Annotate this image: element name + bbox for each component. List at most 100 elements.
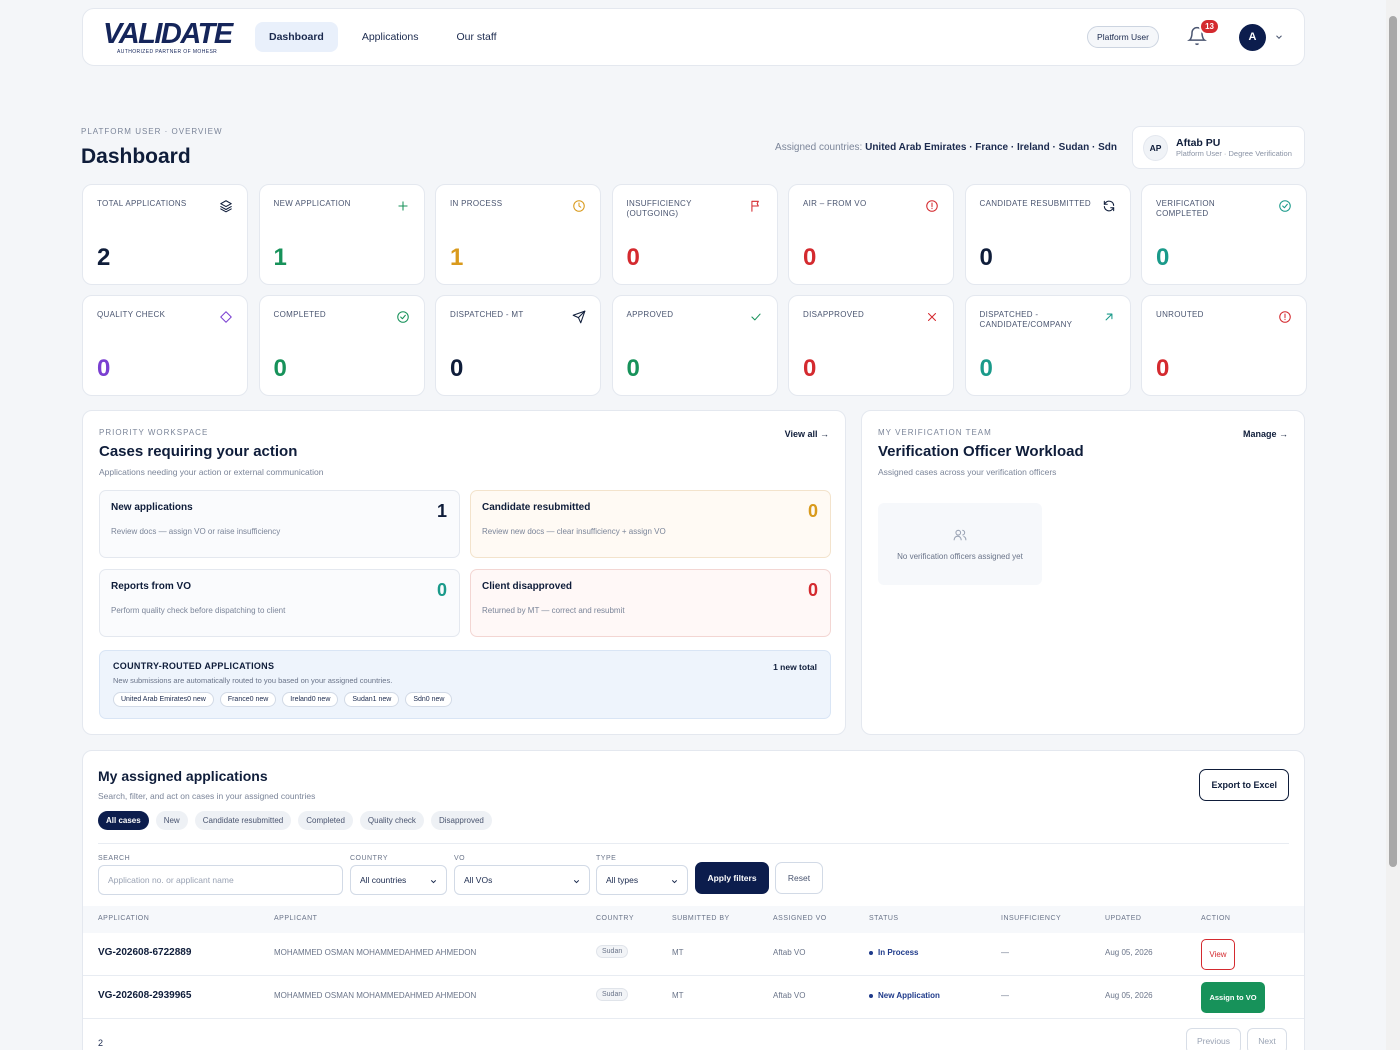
priority-workspace-panel: PRIORITY WORKSPACE Cases requiring your …	[82, 410, 846, 735]
user-card-avatar: AP	[1143, 134, 1168, 161]
stat-value: 0	[803, 355, 817, 382]
manage-link[interactable]: Manage →	[1243, 429, 1288, 439]
stat-label: CANDIDATE RESUBMITTED	[979, 199, 1091, 208]
assigned-countries: Assigned countries: United Arab Emirates…	[775, 142, 1117, 153]
stat-card[interactable]: UNROUTED 0	[1141, 295, 1307, 396]
table-header: APPLICATION APPLICANT COUNTRY SUBMITTED BY A…	[83, 906, 1304, 933]
stat-label: IN PROCESS	[450, 199, 503, 208]
chevron-down-icon[interactable]	[1274, 32, 1284, 42]
previous-page-button[interactable]: Previous	[1186, 1028, 1241, 1050]
stat-card[interactable]: DISPATCHED - CANDIDATE/COMPANY 0	[964, 295, 1131, 396]
table-row[interactable]: VG-202608-6722889 MOHAMMED OSMAN MOHAMMED…	[83, 933, 1304, 976]
priority-card-subtitle: Review docs — assign VO or raise insuffi…	[111, 527, 281, 536]
country-chip: Sudan1 new	[344, 692, 400, 707]
chevron-down-icon	[430, 880, 437, 884]
filter-tab[interactable]: All cases	[98, 811, 149, 830]
priority-card-title: Candidate resubmitted	[482, 502, 591, 513]
validate-logo[interactable]: VALIDATE AUTHORIZED PARTNER OF MOHESR	[103, 12, 233, 62]
empty-officers-state: No verification officers assigned yet	[878, 503, 1042, 585]
user-card-name: Aftab PU	[1176, 137, 1221, 149]
stat-card[interactable]: NEW APPLICATION 1	[258, 184, 425, 285]
stat-value: 0	[979, 244, 993, 271]
priority-card-count: 1	[436, 501, 447, 521]
nav-dashboard[interactable]: Dashboard	[255, 22, 338, 52]
user-avatar[interactable]: A	[1239, 23, 1266, 51]
filter-tab[interactable]: Candidate resubmitted	[194, 811, 292, 830]
stat-label: NEW APPLICATION	[273, 199, 351, 208]
divider	[98, 843, 1289, 844]
country-select-value: All countries	[360, 875, 407, 885]
empty-officers-text: No verification officers assigned yet	[897, 551, 1023, 561]
filter-tab[interactable]: Completed	[298, 811, 353, 830]
column-header: ASSIGNED VO	[773, 915, 827, 922]
stat-card[interactable]: COMPLETED 0	[258, 295, 425, 396]
cell-status: In Process	[869, 948, 918, 957]
stat-card[interactable]: APPROVED 0	[611, 295, 778, 396]
priority-card-subtitle: Perform quality check before dispatching…	[111, 606, 286, 615]
cell-status: New Application	[869, 991, 940, 1000]
logo-wordmark: VALIDATE	[103, 18, 233, 50]
stat-card[interactable]: CANDIDATE RESUBMITTED 0	[964, 184, 1131, 285]
priority-card[interactable]: Reports from VO Perform quality check bef…	[99, 569, 460, 637]
type-select[interactable]: All types	[596, 865, 688, 895]
result-count: 2	[98, 1038, 104, 1048]
nav-our-staff[interactable]: Our staff	[442, 22, 510, 52]
stat-card[interactable]: INSUFFICIENCY (OUTGOING) 0	[611, 184, 778, 285]
stat-card[interactable]: TOTAL APPLICATIONS 2	[82, 184, 248, 285]
stat-label: INSUFFICIENCY (OUTGOING)	[626, 199, 692, 218]
column-header: INSUFFICIENCY	[1001, 915, 1062, 922]
filter-tab[interactable]: Disapproved	[430, 811, 492, 830]
notifications-button[interactable]: 13	[1187, 18, 1220, 48]
reset-button[interactable]: Reset	[775, 862, 823, 894]
assign-to-vo-button[interactable]: Assign to VO	[1201, 982, 1265, 1013]
priority-card[interactable]: Client disapproved Returned by MT — corre…	[470, 569, 831, 637]
stat-card[interactable]: DISPATCHED - MT 0	[435, 295, 601, 396]
check-circle-icon	[396, 311, 409, 323]
cell-updated: Aug 05, 2026	[1105, 991, 1153, 1000]
user-card[interactable]: AP Aftab PU Platform User · Degree Verif…	[1132, 126, 1305, 169]
apply-filters-button[interactable]: Apply filters	[695, 862, 769, 894]
stat-value: 1	[273, 244, 287, 271]
role-badge: Platform User	[1087, 26, 1159, 48]
country-select[interactable]: All countries	[350, 865, 447, 895]
stat-value: 0	[273, 355, 287, 382]
stat-value: 1	[450, 244, 464, 271]
page-scrollbar[interactable]	[1386, 0, 1400, 1050]
priority-card-count: 0	[807, 501, 818, 521]
cell-applicant: MOHAMMED OSMAN MOHAMMEDAHMED AHMEDON	[274, 991, 477, 1000]
view-button[interactable]: View	[1201, 939, 1235, 970]
stat-card[interactable]: VERIFICATION COMPLETED 0	[1141, 184, 1307, 285]
stat-card[interactable]: QUALITY CHECK 0	[82, 295, 248, 396]
cell-vo: Aftab VO	[773, 991, 806, 1000]
stat-value: 0	[626, 244, 640, 271]
type-select-value: All types	[606, 875, 639, 885]
layers-icon	[220, 200, 232, 213]
country-label: COUNTRY	[350, 855, 388, 862]
priority-card-count: 0	[436, 580, 447, 600]
search-input[interactable]: Application no. or applicant name	[98, 865, 343, 895]
nav-applications[interactable]: Applications	[348, 22, 433, 52]
team-eyebrow: MY VERIFICATION TEAM	[878, 428, 992, 437]
stat-card[interactable]: AIR – FROM VO 0	[788, 184, 954, 285]
stat-card[interactable]: DISAPPROVED 0	[788, 295, 954, 396]
stat-label: UNROUTED	[1156, 310, 1204, 319]
stat-value: 0	[1156, 244, 1170, 271]
export-excel-button[interactable]: Export to Excel	[1199, 769, 1289, 801]
priority-card-subtitle: Returned by MT — correct and resubmit	[482, 606, 625, 615]
priority-title: Cases requiring your action	[99, 443, 298, 460]
table-row[interactable]: VG-202608-2939965 MOHAMMED OSMAN MOHAMMED…	[83, 976, 1304, 1019]
priority-card[interactable]: New applications Review docs — assign VO …	[99, 490, 460, 558]
assigned-countries-list: United Arab Emirates · France · Ireland …	[865, 142, 1117, 153]
filter-tab[interactable]: Quality check	[359, 811, 424, 830]
scrollbar-thumb[interactable]	[1389, 16, 1397, 867]
next-page-button[interactable]: Next	[1247, 1028, 1287, 1050]
vo-select[interactable]: All VOs	[454, 865, 590, 895]
user-card-role: Platform User · Degree Verification	[1176, 149, 1292, 158]
view-all-link[interactable]: View all →	[785, 429, 829, 439]
notification-count-badge: 13	[1199, 18, 1220, 35]
vo-label: VO	[454, 855, 466, 862]
filter-tab[interactable]: New	[155, 811, 188, 830]
type-label: TYPE	[596, 855, 617, 862]
stat-card[interactable]: IN PROCESS 1	[435, 184, 601, 285]
priority-card[interactable]: Candidate resubmitted Review new docs — c…	[470, 490, 831, 558]
